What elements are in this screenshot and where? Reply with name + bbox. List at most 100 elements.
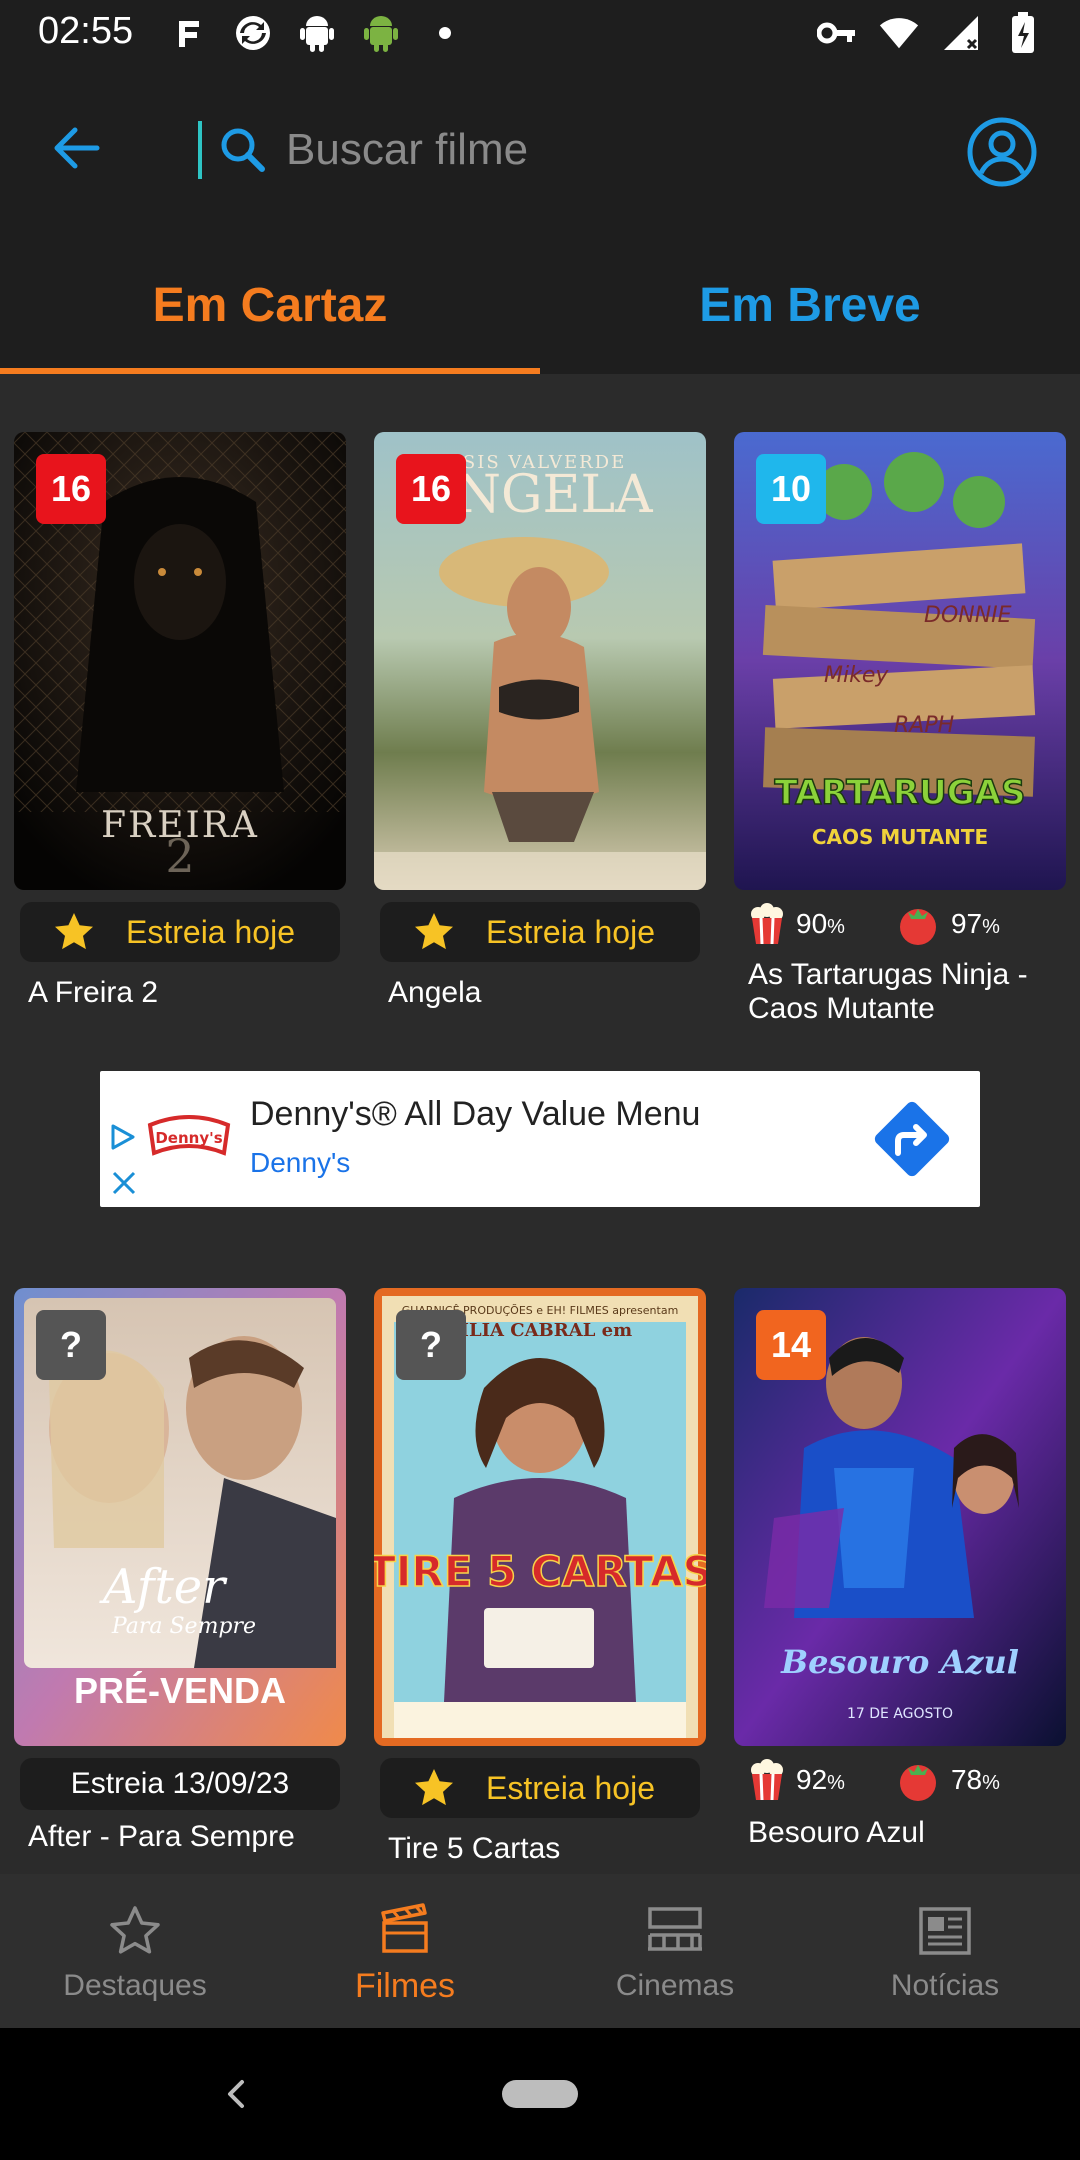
estreia-text: Estreia hoje — [486, 913, 655, 950]
vpn-key-icon — [816, 12, 858, 54]
age-rating-badge: ? — [36, 1310, 106, 1380]
nav-item-cinemas[interactable]: Cinemas — [540, 1874, 810, 2028]
star-icon — [55, 913, 93, 950]
status-notification-icons — [168, 12, 466, 54]
svg-text:CAOS MUTANTE: CAOS MUTANTE — [812, 825, 988, 849]
nav-label: Filmes — [354, 1966, 456, 2005]
presale-label: PRÉ-VENDA — [73, 1670, 287, 1711]
ad-choices-icon[interactable] — [108, 1123, 136, 1151]
movie-poster[interactable]: After Para Sempre ? PRÉ-VENDA — [14, 1288, 346, 1746]
star-outline-icon — [103, 1899, 167, 1963]
age-rating-badge: ? — [396, 1310, 466, 1380]
svg-text:RAPH: RAPH — [894, 713, 954, 738]
cell-signal-icon — [940, 12, 982, 54]
nav-label: Destaques — [63, 1969, 207, 2002]
newspaper-icon — [913, 1899, 977, 1963]
status-system-icons — [816, 12, 1044, 54]
movie-poster[interactable]: ISIS VALVERDE NGELA 16 — [374, 432, 706, 890]
arrow-left-icon — [54, 127, 100, 169]
status-time: 02:55 — [38, 10, 134, 52]
estreia-text: Estreia hoje — [486, 1769, 655, 1806]
movie-poster[interactable]: FREIRA 2 16 — [14, 432, 346, 890]
svg-text:After: After — [99, 1559, 228, 1615]
ad-title: Denny's® All Day Value Menu — [250, 1095, 701, 1133]
estreia-badge: Estreia hoje — [380, 902, 700, 962]
nav-label: Notícias — [890, 1969, 1000, 2002]
cinema-seats-icon — [643, 1899, 707, 1963]
android-debug-icon — [360, 12, 402, 54]
text-cursor — [198, 121, 202, 179]
movie-title: As Tartarugas Ninja - Caos Mutante — [748, 958, 1028, 1025]
age-rating-badge: 14 — [756, 1310, 826, 1380]
release-date-badge: Estreia 13/09/23 — [20, 1758, 340, 1810]
sync-icon — [232, 12, 274, 54]
audience-score: 90% — [796, 908, 845, 939]
dennys-logo: Denny's — [147, 1115, 231, 1156]
svg-text:TARTARUGAS: TARTARUGAS — [775, 773, 1026, 813]
movie-title: Tire 5 Cartas — [388, 1832, 561, 1865]
nav-item-filmes[interactable]: Filmes — [270, 1874, 540, 2028]
more-notifications-dot-icon — [424, 12, 466, 54]
star-icon — [415, 1769, 453, 1806]
age-rating-badge: 10 — [756, 454, 826, 524]
tab-label: Em Cartaz — [152, 278, 388, 332]
system-home-pill[interactable] — [502, 2080, 578, 2108]
back-button[interactable] — [40, 112, 112, 184]
status-bar: 02:55 — [0, 0, 1080, 66]
movie-grid: FREIRA 2 16 Estreia hoje A Freira 2 ISIS… — [0, 374, 1080, 1874]
ad-banner[interactable]: Denny's Denny's® All Day Value Menu Denn… — [100, 1071, 980, 1207]
movie-poster[interactable]: DONNIE Mikey RAPH TARTARUGAS CAOS MUTANT… — [734, 432, 1066, 890]
ad-close-icon[interactable] — [110, 1169, 138, 1197]
svg-text:NGELA: NGELA — [455, 465, 654, 525]
movie-title: After - Para Sempre — [28, 1820, 295, 1853]
tomato-icon — [899, 909, 936, 945]
bottom-navigation: Destaques Filmes Cinemas Notícias — [0, 1874, 1080, 2028]
nav-item-noticias[interactable]: Notícias — [810, 1874, 1080, 2028]
ad-directions-icon[interactable] — [868, 1095, 956, 1183]
system-navigation-bar — [0, 2028, 1080, 2160]
scores-row: 90% 97% — [748, 902, 1000, 946]
svg-text:DONNIE: DONNIE — [924, 603, 1012, 628]
tab-em-breve[interactable]: Em Breve — [540, 236, 1080, 374]
popcorn-icon — [751, 903, 783, 945]
movie-title: A Freira 2 — [28, 976, 159, 1009]
ad-advertiser: Denny's — [250, 1147, 351, 1178]
estreia-badge: Estreia hoje — [20, 902, 340, 962]
popcorn-icon — [751, 1759, 783, 1801]
top-app-bar: Buscar filme — [0, 66, 1080, 236]
svg-text:2: 2 — [165, 829, 194, 883]
age-rating-badge: 16 — [36, 454, 106, 524]
android-icon — [296, 12, 338, 54]
movie-poster[interactable]: GUARNICÊ PRODUÇÕES e EH! FILMES apresent… — [374, 1288, 706, 1746]
svg-text:Mikey: Mikey — [824, 663, 889, 688]
scores-row: 92% 78% — [748, 1758, 1000, 1802]
movie-poster[interactable]: Besouro Azul 17 DE AGOSTO 14 — [734, 1288, 1066, 1746]
search-input[interactable]: Buscar filme — [198, 110, 898, 190]
account-circle-icon — [967, 117, 1037, 187]
tab-em-cartaz[interactable]: Em Cartaz — [0, 236, 540, 374]
tomato-icon — [899, 1765, 936, 1801]
estreia-text: Estreia hoje — [126, 913, 295, 950]
search-placeholder: Buscar filme — [286, 125, 529, 174]
svg-text:17 DE AGOSTO: 17 DE AGOSTO — [847, 1706, 953, 1722]
svg-text:Besouro Azul: Besouro Azul — [780, 1643, 1019, 1681]
movie-title: Angela — [388, 976, 482, 1009]
movie-title: Besouro Azul — [748, 1816, 925, 1849]
estreia-badge: Estreia hoje — [380, 1758, 700, 1818]
movie-tabs: Em Cartaz Em Breve — [0, 236, 1080, 374]
app-notification-icon — [168, 12, 210, 54]
nav-label: Cinemas — [615, 1969, 735, 2002]
critic-score: 97% — [950, 908, 1000, 939]
battery-charging-icon — [1002, 12, 1044, 54]
audience-score: 92% — [796, 1764, 845, 1795]
svg-text:LILIA CABRAL em: LILIA CABRAL em — [448, 1320, 632, 1341]
system-back-icon[interactable] — [216, 2074, 256, 2114]
wifi-icon — [878, 12, 920, 54]
nav-item-destaques[interactable]: Destaques — [0, 1874, 270, 2028]
profile-button[interactable] — [962, 112, 1042, 192]
search-icon — [221, 128, 265, 172]
svg-text:Para Sempre: Para Sempre — [111, 1614, 256, 1639]
tab-label: Em Breve — [699, 278, 921, 332]
svg-text:Denny's: Denny's — [155, 1129, 222, 1147]
clapperboard-icon — [373, 1897, 437, 1961]
